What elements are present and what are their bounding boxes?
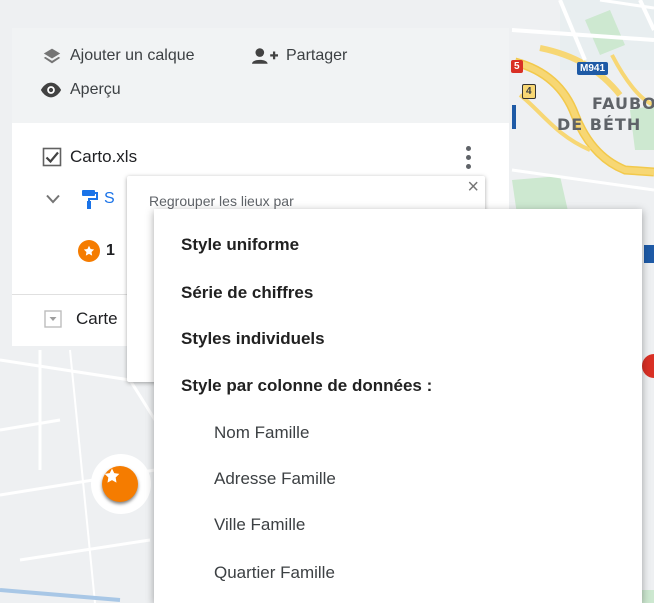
group-by-menu: Style uniforme Série de chiffres Styles …	[154, 209, 642, 603]
popup-header: Regrouper les lieux par	[149, 193, 294, 209]
map-road-marker	[512, 105, 516, 129]
layer-category-row[interactable]: 1	[78, 240, 115, 262]
category-marker	[78, 240, 100, 262]
menu-item-uniform-style[interactable]: Style uniforme	[181, 235, 299, 255]
map-place-marker[interactable]	[102, 466, 138, 502]
chevron-down-icon[interactable]	[46, 194, 60, 204]
add-layer-label: Ajouter un calque	[70, 47, 195, 64]
paint-roller-icon	[82, 190, 98, 209]
layer-name[interactable]: Carto.xls	[70, 147, 137, 167]
add-person-icon	[252, 48, 278, 64]
layer-checkbox-unchecked[interactable]	[44, 310, 62, 328]
layer-checkbox-checked[interactable]	[42, 147, 62, 167]
share-button[interactable]: Partager	[252, 47, 347, 65]
layer-row-carto: Carto.xls	[42, 147, 137, 167]
menu-column-adresse-famille[interactable]: Adresse Famille	[214, 469, 336, 489]
menu-item-number-series[interactable]: Série de chiffres	[181, 283, 313, 303]
layer-row-carte: Carte	[44, 309, 118, 329]
close-icon[interactable]: ×	[467, 176, 479, 199]
layer2-name[interactable]: Carte	[76, 309, 118, 329]
layer-options-menu-icon[interactable]	[464, 145, 472, 175]
road-shield-4: 4	[522, 84, 536, 99]
eye-icon	[40, 82, 62, 98]
layer-style-row: S	[46, 189, 115, 209]
style-link[interactable]: S	[104, 190, 115, 208]
menu-column-quartier-famille[interactable]: Quartier Famille	[214, 563, 335, 583]
star-icon	[83, 245, 95, 256]
map-place-label-line2: DE BÉTH	[557, 115, 642, 134]
layers-panel-toolbar: Ajouter un calque Partager Aperçu	[12, 28, 509, 123]
road-shield-5: 5	[511, 60, 523, 73]
layers-icon	[43, 48, 61, 64]
menu-column-header: Style par colonne de données :	[181, 376, 433, 395]
preview-button[interactable]: Aperçu	[40, 81, 121, 99]
category-label: 1	[106, 242, 115, 259]
share-label: Partager	[286, 47, 348, 64]
menu-column-ville-famille[interactable]: Ville Famille	[214, 515, 305, 535]
menu-item-individual-styles[interactable]: Styles individuels	[181, 329, 325, 349]
road-shield-m941: M941	[577, 62, 609, 75]
map-place-label-line1: FAUBOU	[592, 94, 654, 113]
add-layer-button[interactable]: Ajouter un calque	[42, 47, 195, 65]
star-icon	[104, 468, 120, 483]
preview-label: Aperçu	[70, 81, 121, 98]
menu-column-nom-famille[interactable]: Nom Famille	[214, 423, 309, 443]
